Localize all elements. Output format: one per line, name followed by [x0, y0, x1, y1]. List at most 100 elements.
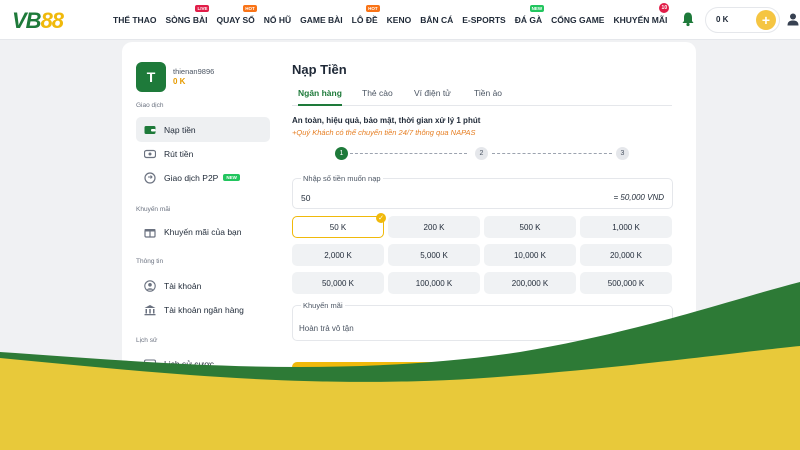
amount-chip[interactable]: 100,000 K: [388, 272, 480, 294]
amount-chip[interactable]: 10,000 K: [484, 244, 576, 266]
step-divider: [492, 153, 612, 154]
tab-crypto[interactable]: Tiền ảo: [474, 88, 502, 106]
nav-item-label: GAME BÀI: [300, 15, 343, 25]
nav-badge: LIVE: [195, 5, 210, 12]
amount-chip[interactable]: 500,000 K: [580, 272, 672, 294]
amount-chip[interactable]: 20,000 K: [580, 244, 672, 266]
tab-bank[interactable]: Ngân hàng: [298, 88, 342, 106]
amount-chip[interactable]: 5,000 K: [388, 244, 480, 266]
ticket-icon: [144, 358, 156, 370]
sidebar-item-my-promos[interactable]: Khuyến mãi của bạn: [136, 219, 270, 244]
promo-label: Khuyến mãi: [301, 301, 345, 310]
amount-chip-label: 500 K: [519, 222, 541, 232]
stepper: 1 2 3: [334, 146, 634, 162]
nav-item-label: E-SPORTS: [462, 15, 506, 25]
nav-item[interactable]: KHUYẾN MÃI 10: [613, 0, 670, 40]
step-divider: [350, 153, 467, 154]
nav-item[interactable]: KENO: [387, 0, 412, 40]
nav-item[interactable]: NỔ HŨ: [264, 0, 291, 40]
logo-text-vb: VB: [12, 8, 42, 33]
nav-item[interactable]: ĐÁ GÀ NEW: [515, 0, 545, 40]
sidebar-item-label: Giao dịch P2P: [164, 172, 219, 183]
nav-item-label: NỔ HŨ: [263, 15, 292, 25]
nav-item[interactable]: THỂ THAO: [113, 0, 156, 40]
amount-chip-label: 1,000 K: [612, 222, 640, 232]
amount-label: Nhập số tiền muốn nạp: [301, 174, 383, 183]
nav-badge: HOT: [366, 5, 380, 12]
avatar: T: [136, 62, 166, 92]
amount-chip[interactable]: 50 K ✓: [292, 213, 386, 238]
section-transactions: Giao dịch: [136, 102, 164, 109]
nav-item[interactable]: QUAY SỐ HOT: [216, 0, 257, 40]
submit-button[interactable]: [292, 362, 520, 386]
header-balance: 0 K: [716, 15, 729, 24]
amount-chip[interactable]: 50,000 K: [292, 272, 384, 294]
nav-item[interactable]: E-SPORTS: [462, 0, 505, 40]
user-icon[interactable]: [786, 12, 800, 26]
promo-select[interactable]: Khuyến mãi Hoàn trả vô tận ⌄: [292, 301, 673, 341]
sidebar-item-deposit[interactable]: Nạp tiền: [136, 117, 270, 142]
amount-chip-label: 20,000 K: [609, 250, 643, 260]
user-balance: 0 K: [173, 77, 186, 86]
nav-item-label: KENO: [386, 15, 412, 25]
nav-item[interactable]: CỔNG GAME: [551, 0, 604, 40]
bell-icon[interactable]: [680, 11, 696, 27]
nav-item-label: BẮN CÁ: [420, 15, 454, 25]
amount-chip[interactable]: 200 K: [388, 216, 480, 238]
nav-item-label: LÔ ĐỀ: [351, 15, 378, 25]
username: thienan9896: [173, 67, 215, 76]
sidebar-item-label: sử giao dịch: [176, 382, 223, 393]
sidebar-item-withdraw[interactable]: Rút tiền: [136, 141, 270, 166]
amount-chip-label: 100,000 K: [415, 278, 453, 288]
amount-chip[interactable]: 2,000 K: [292, 244, 384, 266]
list-icon: [144, 382, 156, 394]
amount-value[interactable]: 50: [301, 193, 310, 203]
amount-chip[interactable]: 1,000 K: [580, 216, 672, 238]
bank-icon: [144, 304, 156, 316]
nav-badge: NEW: [529, 5, 545, 12]
nav-item[interactable]: GAME BÀI: [300, 0, 343, 40]
account-card: T thienan9896 0 K Giao dịch Nạp tiền Rút…: [122, 42, 696, 450]
amount-chip-label: 50,000 K: [321, 278, 355, 288]
amount-chip[interactable]: 500 K: [484, 216, 576, 238]
step-3: 3: [616, 147, 629, 160]
sidebar-item-label: Lịch sử cược: [164, 358, 215, 369]
cash-icon: [144, 148, 156, 160]
amount-input[interactable]: Nhập số tiền muốn nạp 50 = 50,000 VND: [292, 174, 673, 209]
sidebar-item-account[interactable]: Tài khoản: [136, 273, 270, 298]
promo-value: Hoàn trả vô tận: [299, 324, 354, 333]
nav-item[interactable]: BẮN CÁ: [420, 0, 453, 40]
balance-box[interactable]: 0 K +: [705, 7, 780, 33]
main-nav: THỂ THAO SÒNG BÀI LIVE QUAY SỐ HOT NỔ HŨ GAME …: [113, 0, 676, 40]
nav-item[interactable]: LÔ ĐỀ HOT: [351, 0, 380, 40]
nav-item-label: THỂ THAO: [113, 15, 157, 25]
sidebar-item-p2p[interactable]: Giao dịch P2P NEW: [136, 165, 270, 190]
sidebar-item-bet-history[interactable]: Lịch sử cược: [136, 351, 270, 376]
person-icon: [144, 279, 156, 292]
sidebar-item-label: Rút tiền: [164, 148, 194, 159]
amount-chip-label: 2,000 K: [324, 250, 352, 260]
amount-chip-label: 200,000 K: [511, 278, 549, 288]
plus-icon[interactable]: +: [756, 10, 776, 30]
logo[interactable]: VB 88: [12, 8, 64, 34]
new-badge: NEW: [223, 174, 240, 181]
sidebar-item-tx-history[interactable]: sử giao dịch: [136, 375, 270, 400]
amount-chip-label: 200 K: [423, 222, 445, 232]
sidebar-item-label: Khuyến mãi của bạn: [164, 226, 242, 237]
nav-item-label: QUAY SỐ: [216, 15, 255, 25]
nav-item[interactable]: SÒNG BÀI LIVE: [165, 0, 210, 40]
tab-scratch-card[interactable]: Thẻ cào: [362, 88, 393, 106]
amount-chip-label: 500,000 K: [607, 278, 645, 288]
nav-badge: HOT: [243, 5, 257, 12]
sidebar-item-bank-account[interactable]: Tài khoản ngân hàng: [136, 297, 270, 322]
sidebar-item-label: Tài khoản: [164, 280, 202, 291]
amount-chip[interactable]: 200,000 K: [484, 272, 576, 294]
nav-item-label: KHUYẾN MÃI: [613, 15, 668, 25]
sidebar-item-label: Tài khoản ngân hàng: [164, 304, 244, 315]
section-info: Thông tin: [136, 258, 164, 265]
check-icon: ✓: [376, 213, 386, 223]
info-security: An toàn, hiệu quả, bảo mật, thời gian xử…: [292, 116, 481, 125]
tab-e-wallet[interactable]: Ví điện tử: [414, 88, 451, 106]
step-2: 2: [475, 147, 488, 160]
top-header: VB 88 THỂ THAO SÒNG BÀI LIVE QUAY SỐ HOT NỔ HŨ…: [0, 0, 800, 40]
